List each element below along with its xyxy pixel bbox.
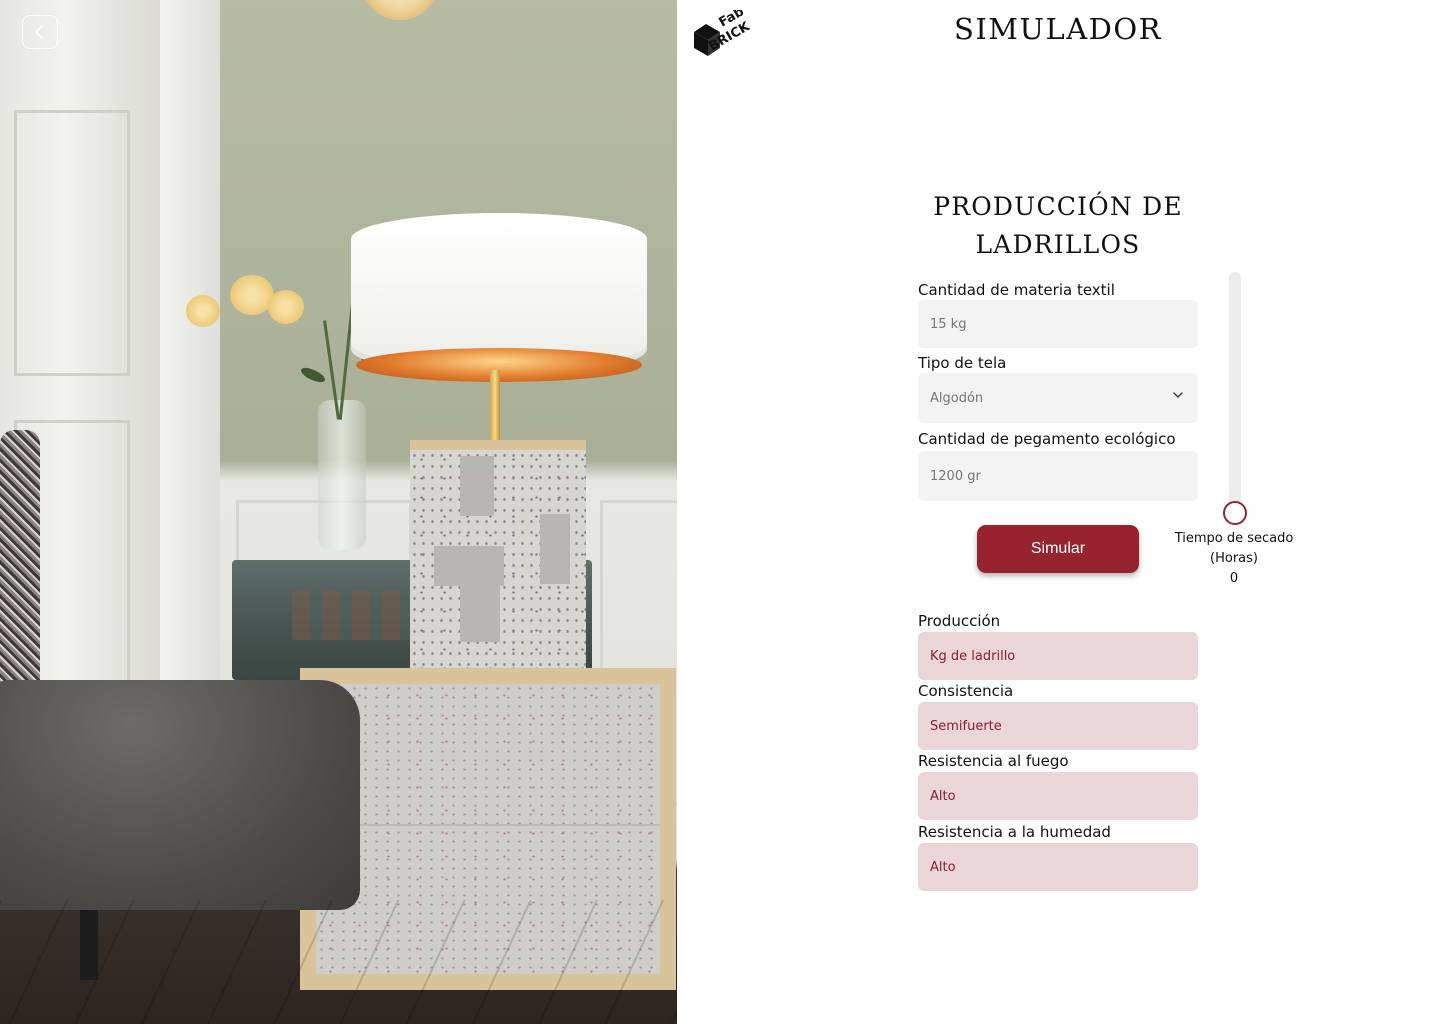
glue-amount-label: Cantidad de pegamento ecológico — [918, 430, 1176, 448]
result-value-production: Kg de ladrillo — [930, 648, 1016, 664]
simulate-button[interactable]: Simular — [977, 525, 1139, 573]
result-value-humidity-resistance: Alto — [930, 859, 956, 875]
page-title: SIMULADOR — [953, 12, 1163, 46]
result-label-production: Producción — [918, 612, 1001, 630]
drying-time-label-line2: (Horas) — [1210, 551, 1258, 566]
hero-photo — [0, 0, 677, 1024]
photo-brick-lamp — [410, 440, 586, 680]
section-title-line1: PRODUCCIÓN DE — [933, 192, 1183, 221]
drying-time-slider-thumb[interactable] — [1223, 501, 1247, 525]
textile-amount-value: 15 kg — [930, 316, 967, 332]
fabric-type-label: Tipo de tela — [918, 354, 1007, 372]
result-label-fire-resistance: Resistencia al fuego — [918, 752, 1069, 770]
glue-amount-value: 1200 gr — [930, 468, 981, 484]
chevron-down-icon — [1173, 392, 1183, 398]
drying-time-slider[interactable] — [1229, 272, 1241, 512]
fabbrick-logo[interactable]: Fab BRICK — [692, 10, 750, 58]
photo-lamp-stem — [490, 370, 500, 440]
result-field-production: Kg de ladrillo — [918, 632, 1198, 680]
photo-sofa-cushion — [0, 430, 40, 700]
drying-time-value: 0 — [1229, 571, 1239, 586]
result-field-fire-resistance: Alto — [918, 772, 1198, 820]
fabric-type-select[interactable]: Algodón — [918, 373, 1198, 423]
chevron-left-icon — [35, 25, 43, 39]
photo-leaf — [299, 364, 327, 386]
result-value-consistency: Semifuerte — [930, 718, 1002, 734]
photo-vase — [318, 400, 366, 550]
textile-amount-label: Cantidad de materia textil — [918, 281, 1115, 299]
glue-amount-input[interactable]: 1200 gr — [918, 451, 1198, 501]
fabric-type-value: Algodón — [930, 390, 984, 406]
photo-flower — [186, 295, 220, 327]
section-title: PRODUCCIÓN DE LADRILLOS — [898, 188, 1218, 264]
back-button[interactable] — [22, 15, 58, 49]
result-value-fire-resistance: Alto — [930, 788, 956, 804]
result-label-humidity-resistance: Resistencia a la humedad — [918, 823, 1111, 841]
result-field-humidity-resistance: Alto — [918, 843, 1198, 891]
photo-ceiling-lamp — [360, 0, 440, 20]
result-label-consistency: Consistencia — [918, 682, 1014, 700]
photo-flower — [268, 290, 304, 324]
result-field-consistency: Semifuerte — [918, 702, 1198, 750]
drying-time-caption: Tiempo de secado (Horas) 0 — [1164, 529, 1304, 589]
drying-time-label-line1: Tiempo de secado — [1174, 531, 1294, 546]
textile-amount-input[interactable]: 15 kg — [918, 300, 1198, 348]
photo-sofa — [0, 680, 360, 910]
photo-floor — [0, 900, 677, 1024]
section-title-line2: LADRILLOS — [975, 230, 1141, 259]
